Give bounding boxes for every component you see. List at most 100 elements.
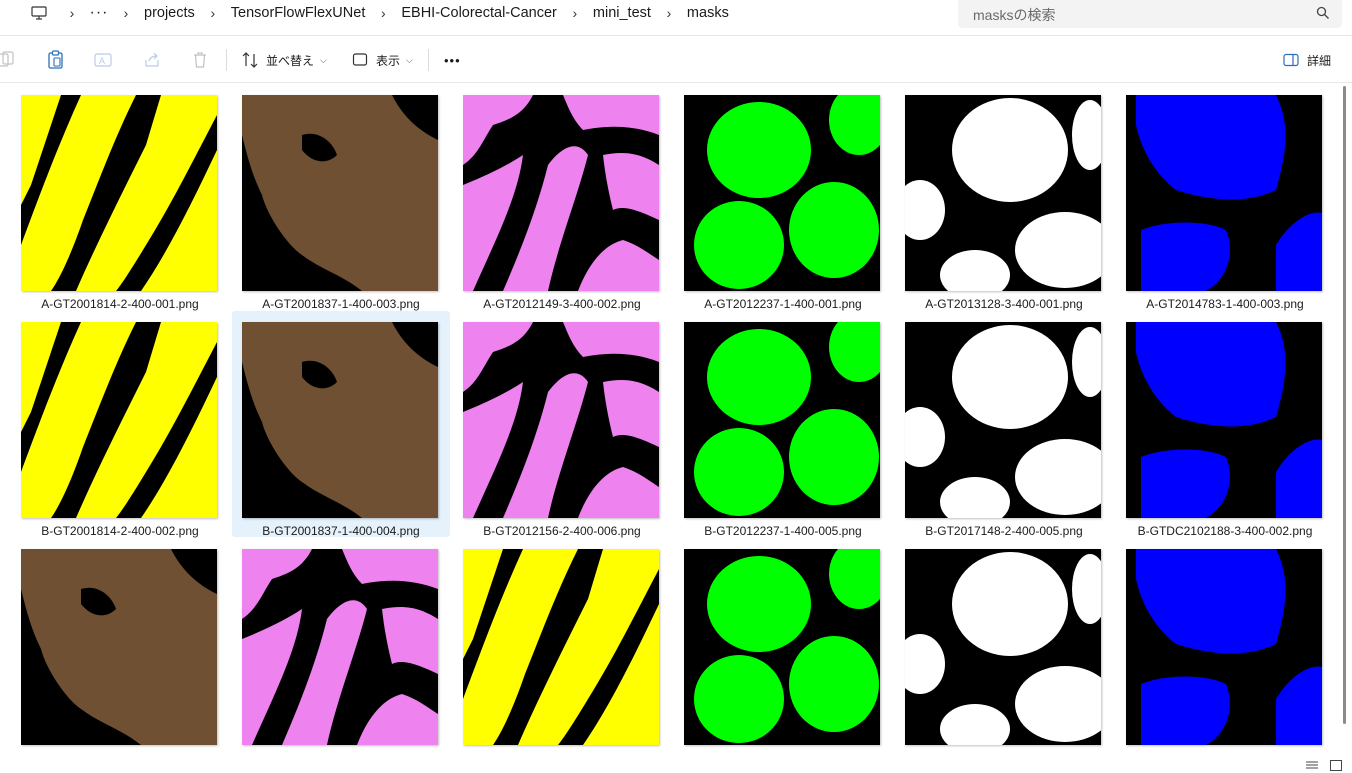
chevron-right-icon[interactable]: › (199, 5, 227, 21)
mask-image (21, 549, 217, 745)
file-item[interactable] (453, 538, 671, 753)
breadcrumb-item-mini-test[interactable]: mini_test (589, 5, 655, 21)
file-item[interactable] (232, 538, 450, 753)
file-item[interactable]: A-GT2001814-2-400-001.png (11, 84, 229, 311)
file-name[interactable]: B-GT2001837-1-400-004.png (232, 524, 450, 538)
file-thumbnail[interactable] (463, 322, 659, 518)
file-thumbnail[interactable] (21, 322, 217, 518)
details-view-icon[interactable] (1306, 758, 1318, 773)
file-item[interactable]: A-GT2013128-3-400-001.png (895, 84, 1113, 311)
file-thumbnail[interactable] (242, 95, 438, 291)
file-thumbnail[interactable] (21, 95, 217, 291)
file-thumbnail[interactable] (21, 549, 217, 745)
mask-image (684, 95, 880, 291)
file-name[interactable]: B-GTDC2102188-3-400-002.png (1116, 524, 1334, 538)
chevron-right-icon[interactable]: › (58, 5, 86, 21)
mask-image (905, 322, 1101, 518)
more-options-button[interactable]: ••• (444, 50, 461, 70)
view-label: 表示 (376, 53, 401, 68)
mask-image (242, 322, 438, 518)
file-item[interactable]: A-GT2012149-3-400-002.png (453, 84, 671, 311)
file-thumbnail[interactable] (242, 322, 438, 518)
file-name[interactable]: A-GT2001837-1-400-003.png (232, 297, 450, 311)
file-name[interactable]: A-GT2012149-3-400-002.png (453, 297, 671, 311)
file-item[interactable]: B-GT2001814-2-400-002.png (11, 311, 229, 538)
file-thumbnail[interactable] (684, 549, 880, 745)
file-thumbnail[interactable] (684, 322, 880, 518)
chevron-right-icon[interactable]: › (561, 5, 589, 21)
sort-button[interactable]: 並べ替え ⌵ (242, 50, 327, 70)
chevron-right-icon[interactable]: › (112, 5, 140, 21)
file-thumbnail[interactable] (1126, 95, 1322, 291)
vertical-scrollbar[interactable] (1342, 84, 1348, 753)
chevron-down-icon: ⌵ (406, 54, 413, 65)
file-item[interactable] (11, 538, 229, 753)
file-thumbnail[interactable] (1126, 322, 1322, 518)
file-item[interactable]: B-GT2012237-1-400-005.png (674, 311, 892, 538)
view-button[interactable]: 表示 ⌵ (352, 50, 413, 70)
mask-image (1126, 322, 1322, 518)
file-item[interactable] (895, 538, 1113, 753)
file-name[interactable]: A-GT2001814-2-400-001.png (11, 297, 229, 311)
view-icon (352, 53, 368, 66)
mask-image (905, 95, 1101, 291)
file-grid: A-GT2001814-2-400-001.png A-GT2001837-1-… (0, 84, 1340, 753)
search-placeholder: masksの検索 (973, 7, 1056, 23)
file-item[interactable] (674, 538, 892, 753)
file-thumbnail[interactable] (242, 549, 438, 745)
mask-image (905, 549, 1101, 745)
file-thumbnail[interactable] (463, 549, 659, 745)
large-icons-view-icon[interactable] (1330, 758, 1342, 773)
breadcrumb-item-masks[interactable]: masks (683, 5, 733, 21)
details-label: 詳細 (1307, 53, 1332, 68)
file-item[interactable] (1116, 538, 1334, 753)
file-item[interactable]: B-GT2001837-1-400-004.png (232, 311, 450, 538)
breadcrumb-item-tensorflowflexunet[interactable]: TensorFlowFlexUNet (227, 5, 370, 21)
chevron-right-icon[interactable]: › (369, 5, 397, 21)
breadcrumb-more-button[interactable]: ··· (86, 4, 112, 22)
command-bar: A 並べ替え ⌵ 表示 ⌵ ••• 詳細 (0, 37, 1352, 83)
sort-label: 並べ替え (266, 53, 315, 68)
breadcrumb-item-ebhi[interactable]: EBHI-Colorectal-Cancer (397, 5, 561, 21)
file-thumbnail[interactable] (684, 95, 880, 291)
file-name[interactable]: B-GT2001814-2-400-002.png (11, 524, 229, 538)
this-pc-icon[interactable] (30, 4, 48, 22)
search-input[interactable]: masksの検索 (958, 0, 1342, 28)
file-thumbnail[interactable] (905, 322, 1101, 518)
file-name[interactable]: A-GT2013128-3-400-001.png (895, 297, 1113, 311)
mask-image (684, 549, 880, 745)
rename-icon[interactable]: A (94, 50, 112, 70)
file-name[interactable]: B-GT2012156-2-400-006.png (453, 524, 671, 538)
breadcrumb: › ··· › projects › TensorFlowFlexUNet › … (58, 0, 733, 26)
mask-image (684, 322, 880, 518)
share-icon[interactable] (143, 50, 161, 70)
details-button[interactable]: 詳細 (1283, 50, 1331, 70)
file-item[interactable]: B-GTDC2102188-3-400-002.png (1116, 311, 1334, 538)
file-item[interactable]: B-GT2012156-2-400-006.png (453, 311, 671, 538)
file-name[interactable]: A-GT2014783-1-400-003.png (1116, 297, 1334, 311)
paste-icon[interactable] (47, 50, 65, 70)
mask-image (463, 95, 659, 291)
file-name[interactable]: A-GT2012237-1-400-001.png (674, 297, 892, 311)
file-thumbnail[interactable] (905, 95, 1101, 291)
mask-image (242, 95, 438, 291)
search-icon[interactable] (1316, 6, 1330, 20)
breadcrumb-item-projects[interactable]: projects (140, 5, 199, 21)
sort-icon (242, 52, 258, 68)
file-thumbnail[interactable] (463, 95, 659, 291)
copy-icon[interactable] (0, 50, 16, 70)
file-item[interactable]: B-GT2017148-2-400-005.png (895, 311, 1113, 538)
status-bar (0, 753, 1352, 773)
chevron-right-icon[interactable]: › (655, 5, 683, 21)
delete-icon[interactable] (191, 50, 209, 70)
file-item[interactable]: A-GT2001837-1-400-003.png (232, 84, 450, 311)
scrollbar-thumb[interactable] (1343, 86, 1346, 724)
mask-image (21, 322, 217, 518)
mask-image (463, 322, 659, 518)
file-name[interactable]: B-GT2012237-1-400-005.png (674, 524, 892, 538)
file-item[interactable]: A-GT2014783-1-400-003.png (1116, 84, 1334, 311)
file-thumbnail[interactable] (905, 549, 1101, 745)
file-thumbnail[interactable] (1126, 549, 1322, 745)
file-name[interactable]: B-GT2017148-2-400-005.png (895, 524, 1113, 538)
file-item[interactable]: A-GT2012237-1-400-001.png (674, 84, 892, 311)
